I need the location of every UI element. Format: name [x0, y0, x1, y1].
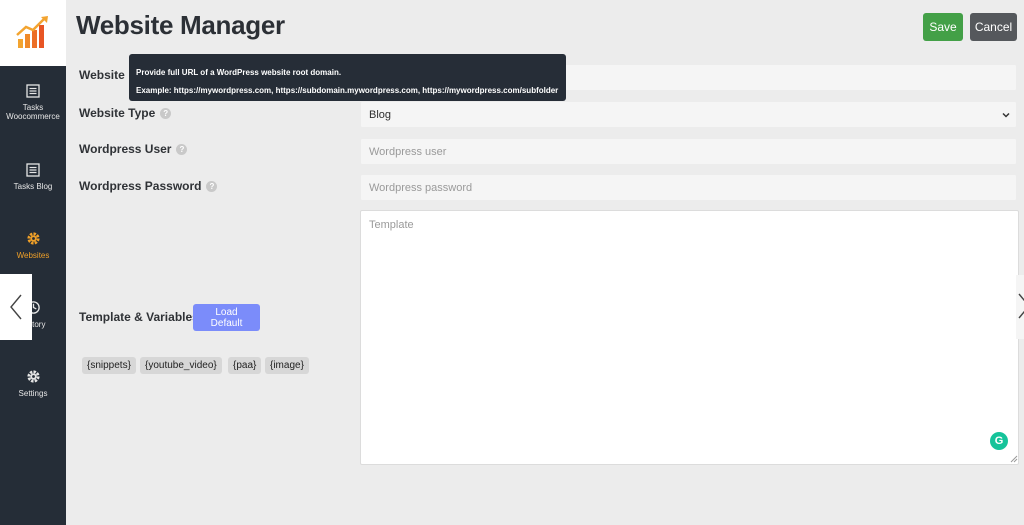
cancel-button[interactable]: Cancel	[970, 13, 1017, 41]
carousel-prev-button[interactable]	[0, 274, 32, 340]
wp-user-label: Wordpress User ?	[79, 142, 188, 156]
sidebar-item-settings[interactable]: Settings	[0, 369, 66, 398]
wp-password-placeholder: Wordpress password	[369, 181, 473, 194]
carousel-next-button[interactable]	[1016, 275, 1024, 339]
template-placeholder: Template	[369, 219, 414, 231]
list-icon	[26, 84, 40, 98]
sidebar-item-websites[interactable]: Websites	[0, 231, 66, 260]
sidebar-item-label: Settings	[18, 389, 48, 398]
list-icon	[26, 163, 40, 177]
tooltip-line-2: Example: https://mywordpress.com, https:…	[136, 86, 559, 95]
website-type-label: Website Type ?	[79, 106, 172, 120]
sidebar: Tasks Woocommerce Tasks Blog Websites Hi…	[0, 0, 66, 525]
sidebar-item-tasks-woocommerce[interactable]: Tasks Woocommerce	[0, 84, 66, 121]
website-help-tooltip: Provide full URL of a WordPress website …	[129, 54, 566, 101]
load-default-button[interactable]: Load Default	[193, 304, 260, 331]
variable-chip-image[interactable]: {image}	[265, 357, 309, 374]
chart-logo-icon	[16, 16, 48, 48]
help-icon[interactable]: ?	[160, 107, 172, 119]
tooltip-line-1: Provide full URL of a WordPress website …	[136, 68, 342, 77]
gear-icon	[26, 370, 40, 383]
resize-handle-icon[interactable]	[1010, 455, 1018, 463]
wp-user-input[interactable]: Wordpress user	[360, 138, 1017, 165]
chevron-right-icon	[1018, 293, 1024, 319]
website-type-label-text: Website Type	[79, 106, 156, 120]
template-textarea[interactable]: Template	[360, 210, 1019, 465]
sidebar-item-label: Websites	[16, 251, 50, 260]
sidebar-item-label: Tasks Woocommerce	[6, 103, 60, 121]
template-variables-label-text: Template & Variables	[79, 310, 199, 324]
page-title: Website Manager	[76, 10, 285, 40]
website-type-value: Blog	[369, 108, 392, 121]
wp-user-label-text: Wordpress User	[79, 142, 172, 156]
website-type-select[interactable]: Blog	[360, 101, 1017, 128]
sidebar-item-label: Tasks Blog	[13, 182, 53, 191]
variable-chip-youtube-video[interactable]: {youtube_video}	[140, 357, 222, 374]
website-label-text: Website	[79, 68, 125, 82]
wp-password-input[interactable]: Wordpress password	[360, 174, 1017, 201]
wp-user-placeholder: Wordpress user	[369, 145, 447, 158]
app-logo[interactable]	[0, 0, 66, 66]
chevron-left-icon	[10, 294, 22, 320]
save-button[interactable]: Save	[923, 13, 963, 41]
variable-chip-snippets[interactable]: {snippets}	[82, 357, 136, 374]
wp-password-label-text: Wordpress Password	[79, 179, 202, 193]
chevron-down-icon	[1002, 112, 1010, 118]
help-icon[interactable]: ?	[206, 180, 218, 192]
variable-chip-paa[interactable]: {paa}	[228, 357, 262, 374]
help-icon[interactable]: ?	[176, 143, 188, 155]
gear-icon	[26, 232, 40, 245]
sidebar-item-tasks-blog[interactable]: Tasks Blog	[0, 163, 66, 191]
grammarly-icon[interactable]: G	[990, 432, 1008, 450]
wp-password-label: Wordpress Password ?	[79, 179, 218, 193]
